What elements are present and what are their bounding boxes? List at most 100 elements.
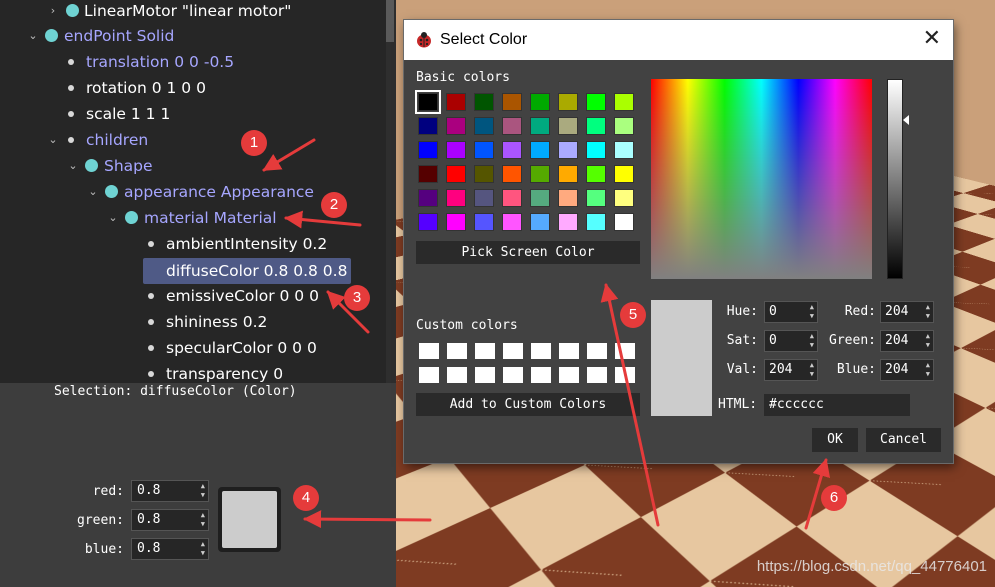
spin-arrows-icon[interactable]: ▲ ▼ <box>926 303 930 321</box>
blue-spinbox[interactable]: 0.8 ▲ ▼ <box>131 538 209 560</box>
basic-color-swatch[interactable] <box>586 141 606 159</box>
val-spinbox[interactable]: 204 ▲ ▼ <box>764 359 818 381</box>
spin-arrows-icon[interactable]: ▲ ▼ <box>201 511 205 529</box>
html-input[interactable]: #cccccc <box>764 394 910 416</box>
basic-color-swatch[interactable] <box>614 165 634 183</box>
spin-arrows-icon[interactable]: ▲ ▼ <box>201 482 205 500</box>
custom-color-swatch[interactable] <box>559 367 579 383</box>
basic-color-swatch[interactable] <box>502 117 522 135</box>
basic-color-swatch[interactable] <box>558 165 578 183</box>
custom-color-swatch[interactable] <box>447 343 467 359</box>
basic-color-swatch[interactable] <box>586 213 606 231</box>
chevron-down-icon[interactable]: ⌄ <box>46 127 60 153</box>
basic-color-swatch[interactable] <box>558 141 578 159</box>
basic-color-swatch[interactable] <box>502 189 522 207</box>
basic-color-swatch[interactable] <box>614 189 634 207</box>
basic-color-swatch[interactable] <box>502 213 522 231</box>
cancel-button[interactable]: Cancel <box>866 428 941 452</box>
spin-arrows-icon[interactable]: ▲ ▼ <box>201 540 205 558</box>
value-slider-pointer-icon[interactable] <box>903 115 909 125</box>
color-spectrum[interactable] <box>651 79 872 279</box>
basic-color-swatch[interactable] <box>586 93 606 111</box>
basic-color-swatch[interactable] <box>446 141 466 159</box>
basic-color-swatch[interactable] <box>530 117 550 135</box>
basic-color-swatch[interactable] <box>586 165 606 183</box>
sat-spinbox[interactable]: 0 ▲ ▼ <box>764 330 818 352</box>
basic-color-swatch[interactable] <box>502 141 522 159</box>
chevron-down-icon[interactable]: ⌄ <box>66 153 80 179</box>
custom-color-swatch[interactable] <box>503 343 523 359</box>
green-spinbox[interactable]: 0.8 ▲ ▼ <box>131 509 209 531</box>
custom-color-swatch[interactable] <box>419 343 439 359</box>
basic-color-swatch[interactable] <box>614 93 634 111</box>
ok-button[interactable]: OK <box>812 428 858 452</box>
basic-color-swatch[interactable] <box>418 189 438 207</box>
basic-color-swatch[interactable] <box>474 141 494 159</box>
red-channel-spinbox[interactable]: 204 ▲ ▼ <box>880 301 934 323</box>
chevron-down-icon[interactable]: ⌄ <box>86 179 100 205</box>
basic-color-swatch[interactable] <box>474 189 494 207</box>
spin-arrows-icon[interactable]: ▲ ▼ <box>810 332 814 350</box>
basic-color-swatch[interactable] <box>415 90 441 114</box>
dialog-titlebar[interactable]: Select Color ✕ <box>404 20 953 60</box>
red-spinbox[interactable]: 0.8 ▲ ▼ <box>131 480 209 502</box>
custom-color-swatch[interactable] <box>615 367 635 383</box>
custom-color-swatch[interactable] <box>531 367 551 383</box>
tree-scrollbar[interactable] <box>386 0 396 383</box>
chevron-down-icon[interactable]: ⌄ <box>106 205 120 231</box>
custom-color-swatch[interactable] <box>419 367 439 383</box>
basic-color-swatch[interactable] <box>530 213 550 231</box>
basic-color-swatch[interactable] <box>558 189 578 207</box>
custom-color-swatch[interactable] <box>587 343 607 359</box>
basic-color-swatch[interactable] <box>502 165 522 183</box>
basic-color-swatch[interactable] <box>474 93 494 111</box>
basic-color-swatch[interactable] <box>586 117 606 135</box>
basic-color-swatch[interactable] <box>614 213 634 231</box>
tree-scrollbar-thumb[interactable] <box>386 0 394 42</box>
chevron-right-icon[interactable]: › <box>46 0 60 24</box>
green-channel-spinbox[interactable]: 204 ▲ ▼ <box>880 330 934 352</box>
basic-color-swatch[interactable] <box>558 93 578 111</box>
custom-color-swatch[interactable] <box>587 367 607 383</box>
basic-color-swatch[interactable] <box>614 117 634 135</box>
spin-arrows-icon[interactable]: ▲ ▼ <box>926 332 930 350</box>
spin-arrows-icon[interactable]: ▲ ▼ <box>810 361 814 379</box>
basic-color-swatch[interactable] <box>418 213 438 231</box>
chevron-down-icon[interactable]: ⌄ <box>26 23 40 49</box>
basic-color-swatch[interactable] <box>502 93 522 111</box>
basic-color-swatch[interactable] <box>586 189 606 207</box>
basic-color-swatch[interactable] <box>530 189 550 207</box>
custom-color-swatch[interactable] <box>475 343 495 359</box>
basic-color-swatch[interactable] <box>446 165 466 183</box>
spin-arrows-icon[interactable]: ▲ ▼ <box>926 361 930 379</box>
basic-color-swatch[interactable] <box>446 93 466 111</box>
basic-color-swatch[interactable] <box>474 165 494 183</box>
basic-color-swatch[interactable] <box>446 213 466 231</box>
basic-color-swatch[interactable] <box>474 213 494 231</box>
custom-color-swatch[interactable] <box>447 367 467 383</box>
basic-color-swatch[interactable] <box>530 141 550 159</box>
basic-color-swatch[interactable] <box>446 117 466 135</box>
custom-color-swatch[interactable] <box>615 343 635 359</box>
custom-color-swatch[interactable] <box>503 367 523 383</box>
add-to-custom-colors-button[interactable]: Add to Custom Colors <box>416 393 640 416</box>
basic-color-swatch[interactable] <box>474 117 494 135</box>
spin-arrows-icon[interactable]: ▲ ▼ <box>810 303 814 321</box>
basic-color-swatch[interactable] <box>530 93 550 111</box>
custom-color-swatch[interactable] <box>559 343 579 359</box>
basic-color-swatch[interactable] <box>530 165 550 183</box>
custom-color-swatch[interactable] <box>531 343 551 359</box>
basic-color-swatch[interactable] <box>558 213 578 231</box>
custom-color-swatch[interactable] <box>475 367 495 383</box>
basic-color-swatch[interactable] <box>446 189 466 207</box>
basic-color-swatch[interactable] <box>418 165 438 183</box>
scene-tree[interactable]: › LinearMotor "linear motor" ⌄ endPoint … <box>0 0 386 383</box>
basic-color-swatch[interactable] <box>614 141 634 159</box>
close-icon[interactable]: ✕ <box>923 26 941 52</box>
blue-channel-spinbox[interactable]: 204 ▲ ▼ <box>880 359 934 381</box>
value-slider[interactable] <box>887 79 903 279</box>
pick-screen-color-button[interactable]: Pick Screen Color <box>416 241 640 264</box>
basic-color-swatch[interactable] <box>418 117 438 135</box>
color-swatch-button[interactable] <box>218 487 281 552</box>
hue-spinbox[interactable]: 0 ▲ ▼ <box>764 301 818 323</box>
